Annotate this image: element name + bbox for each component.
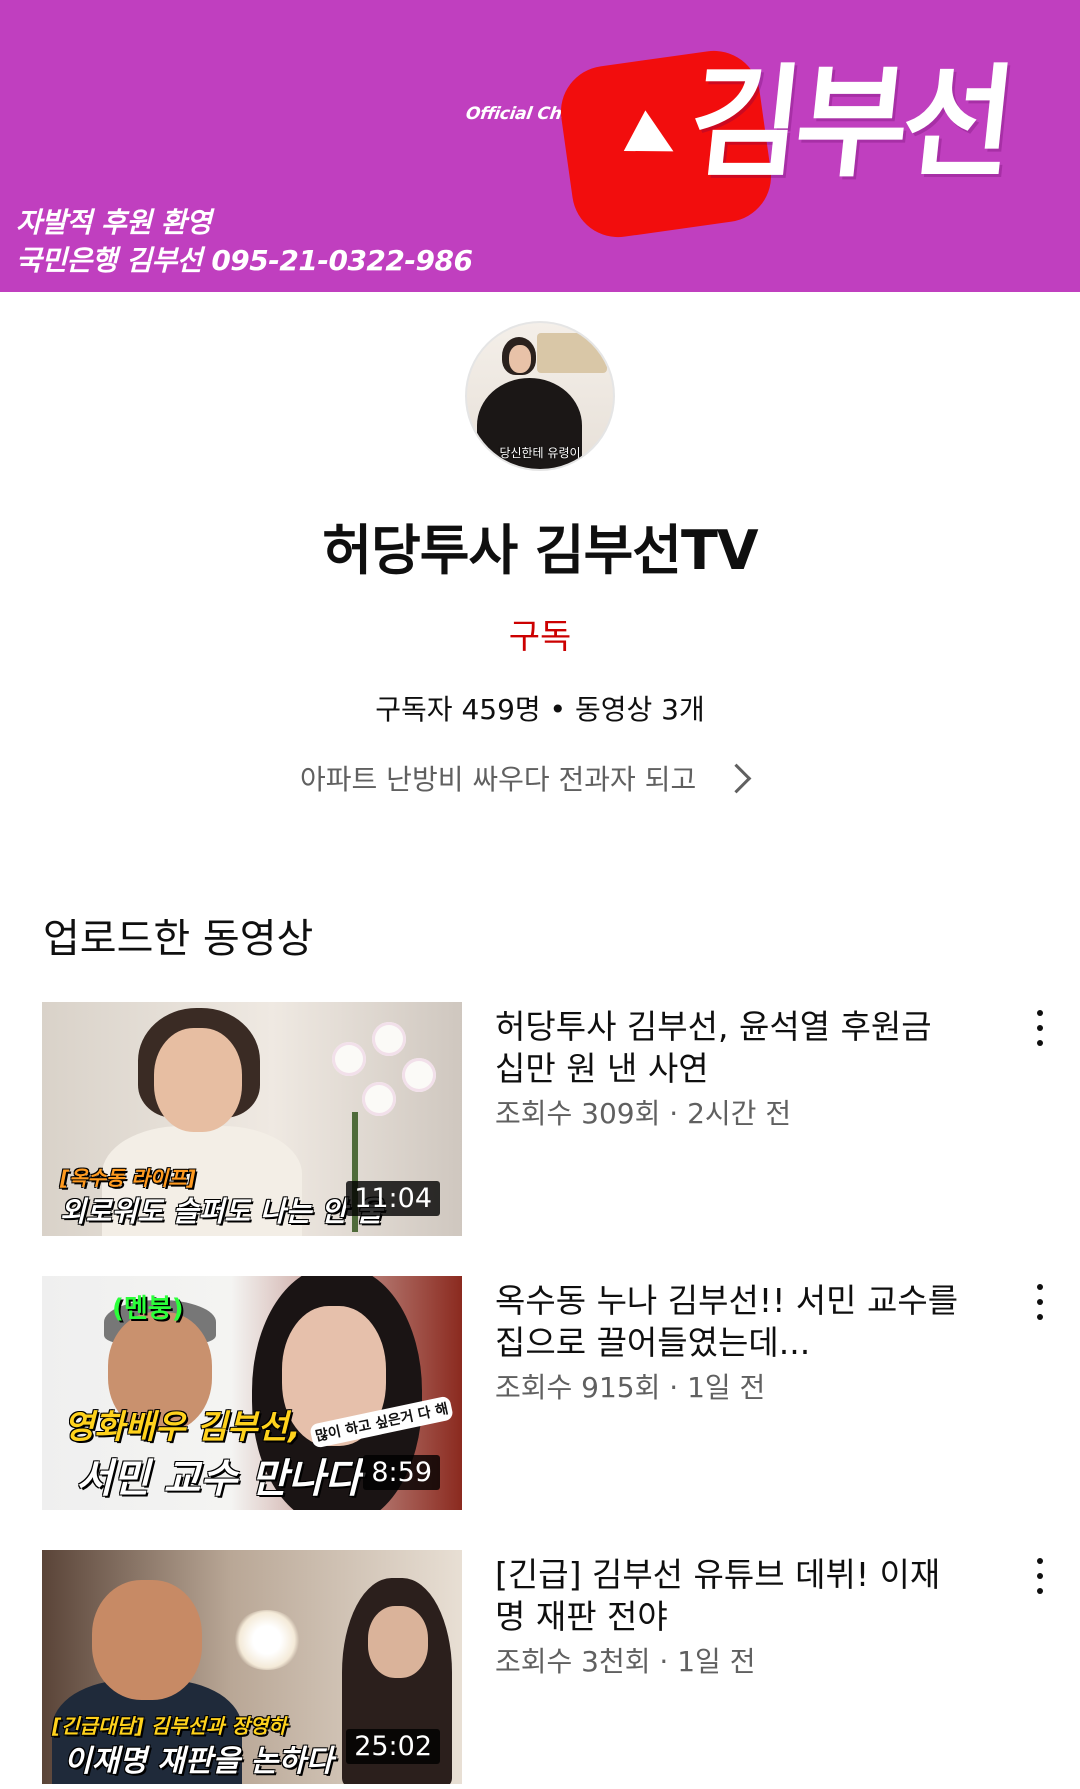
video-duration: 8:59 [363,1455,440,1490]
donation-info: 자발적 후원 환영 국민은행 김부선 095-21-0322-986 [16,204,473,280]
channel-description-link[interactable]: 아파트 난방비 싸우다 전과자 되고 [300,758,752,798]
channel-avatar[interactable]: 당신한테 유령이 [465,321,615,471]
channel-description: 아파트 난방비 싸우다 전과자 되고 [300,763,697,796]
video-thumbnail[interactable]: [옥수동 라이프] 외로워도 슬퍼도 나는 안 울 11:04 [42,1002,462,1236]
video-item[interactable]: [긴급대담] 김부선과 장영하 이재명 재판을 논하다 25:02 [긴급] 김… [42,1550,1043,1784]
video-item[interactable]: [옥수동 라이프] 외로워도 슬퍼도 나는 안 울 11:04 허당투사 김부선… [42,1002,1043,1236]
video-meta: 조회수 915회 · 1일 전 [495,1371,766,1404]
video-thumbnail[interactable]: [긴급대담] 김부선과 장영하 이재명 재판을 논하다 25:02 [42,1550,462,1784]
more-options-icon[interactable] [1028,1010,1052,1046]
channel-banner: Official Channel 김부선 자발적 후원 환영 국민은행 김부선 … [0,0,1080,292]
channel-title: 허당투사 김부선TV [322,519,758,582]
uploads-section-title: 업로드한 동영상 [43,916,314,962]
thumbnail-caption: 외로워도 슬퍼도 나는 안 울 [60,1195,383,1228]
video-title[interactable]: 허당투사 김부선, 윤석열 후원금 십만 원 낸 사연 [495,1006,965,1090]
video-meta: 조회수 3천회 · 1일 전 [495,1645,756,1678]
avatar-caption: 당신한테 유령이 [499,446,581,460]
more-options-icon[interactable] [1028,1558,1052,1594]
thumbnail-caption: 이재명 재판을 논하다 [64,1744,334,1779]
thumbnail-caption: 영화배우 김부선, [64,1407,301,1446]
donation-line-1: 자발적 후원 환영 [16,206,212,239]
video-thumbnail[interactable]: (멘붕) 많이 하고 싶은거 다 해 영화배우 김부선, 서민 교수 만나다 8… [42,1276,462,1510]
chevron-right-icon [721,763,752,793]
video-item[interactable]: (멘붕) 많이 하고 싶은거 다 해 영화배우 김부선, 서민 교수 만나다 8… [42,1276,1043,1510]
video-title[interactable]: [긴급] 김부선 유튜브 데뷔! 이재명 재판 전야 [495,1554,965,1638]
subscribe-button[interactable]: 구독 [0,609,1080,658]
video-meta: 조회수 309회 · 2시간 전 [495,1097,792,1130]
thumbnail-caption: [옥수동 라이프] [60,1166,196,1190]
more-options-icon[interactable] [1028,1284,1052,1320]
thumbnail-caption: [긴급대담] 김부선과 장영하 [52,1714,287,1738]
video-duration: 25:02 [346,1729,440,1764]
donation-line-2: 국민은행 김부선 095-21-0322-986 [16,244,473,277]
video-duration: 11:04 [346,1181,440,1216]
thumbnail-caption: 서민 교수 만나다 [76,1456,362,1502]
video-title[interactable]: 옥수동 누나 김부선!! 서민 교수를 집으로 끌어들였는데... [495,1280,965,1364]
channel-stats: 구독자 459명 • 동영상 3개 [375,693,705,726]
thumbnail-caption: (멘붕) [112,1294,184,1324]
banner-name: 김부선 [682,52,1017,194]
